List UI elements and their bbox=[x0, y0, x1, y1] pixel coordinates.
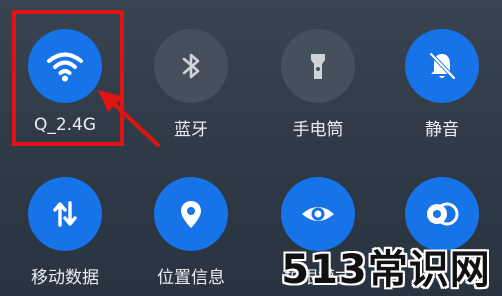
mobile-data-icon bbox=[53, 201, 77, 227]
bell-off-icon bbox=[429, 52, 456, 80]
wifi-toggle-button[interactable] bbox=[28, 29, 102, 103]
silent-toggle-button[interactable] bbox=[405, 29, 479, 103]
tile-flashlight[interactable]: 手电筒 bbox=[263, 29, 373, 140]
bluetooth-toggle-button[interactable] bbox=[154, 29, 228, 103]
mobile-data-toggle-button[interactable] bbox=[28, 177, 102, 251]
location-icon bbox=[181, 201, 201, 228]
eye-icon bbox=[302, 207, 334, 221]
tile-label: 静音 bbox=[425, 120, 459, 140]
location-toggle-button[interactable] bbox=[154, 177, 228, 251]
tile-bluetooth[interactable]: 蓝牙 bbox=[136, 29, 246, 140]
wifi-icon bbox=[47, 52, 83, 82]
tile-mobile-data[interactable]: 移动数据 bbox=[10, 177, 120, 288]
tile-label: 蓝牙 bbox=[174, 120, 208, 140]
flashlight-toggle-button[interactable] bbox=[281, 29, 355, 103]
tile-label: Q_2.4G bbox=[33, 115, 97, 135]
bluetooth-icon bbox=[182, 53, 200, 79]
tile-label: 手电筒 bbox=[292, 120, 344, 140]
flashlight-icon bbox=[311, 54, 325, 79]
tile-label: 移动数据 bbox=[31, 268, 99, 288]
data-saver-icon bbox=[427, 202, 459, 226]
watermark-text: 513常识网 bbox=[281, 247, 491, 293]
watermark: 513常识网 bbox=[270, 236, 502, 296]
tile-label: 位置信息 bbox=[157, 268, 225, 288]
tile-silent[interactable]: 静音 bbox=[387, 29, 497, 140]
tile-location[interactable]: 位置信息 bbox=[136, 177, 246, 288]
tile-wifi[interactable]: Q_2.4G bbox=[10, 29, 120, 135]
